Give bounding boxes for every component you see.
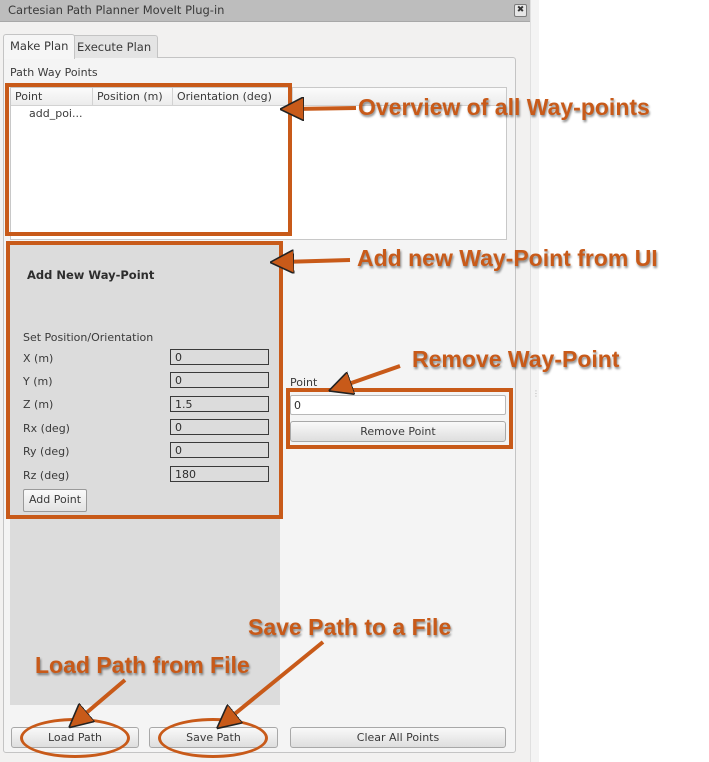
annotation-remove: Remove Way-Point [412, 346, 620, 372]
tab-make-plan[interactable]: Make Plan [3, 34, 76, 59]
path-way-points-label: Path Way Points [10, 66, 98, 79]
annotation-box-remove [286, 388, 513, 449]
annotation-box-overview [5, 83, 292, 236]
close-icon[interactable]: ✖ [514, 4, 527, 17]
annotation-save: Save Path to a File [248, 614, 452, 640]
annotation-load: Load Path from File [35, 652, 250, 678]
clear-all-points-button[interactable]: Clear All Points [290, 727, 506, 748]
annotation-ellipse-save [158, 718, 268, 758]
tab-execute-plan[interactable]: Execute Plan [70, 35, 159, 58]
annotation-box-add [6, 241, 283, 519]
annotation-overview: Overview of all Way-points [358, 94, 650, 120]
annotation-add: Add new Way-Point from UI [357, 245, 658, 271]
grip-icon[interactable]: ⋮ [532, 390, 540, 402]
annotation-ellipse-load [20, 718, 130, 758]
title-bar: Cartesian Path Planner MoveIt Plug-in ✖ [0, 0, 530, 22]
window-title: Cartesian Path Planner MoveIt Plug-in [8, 3, 225, 17]
